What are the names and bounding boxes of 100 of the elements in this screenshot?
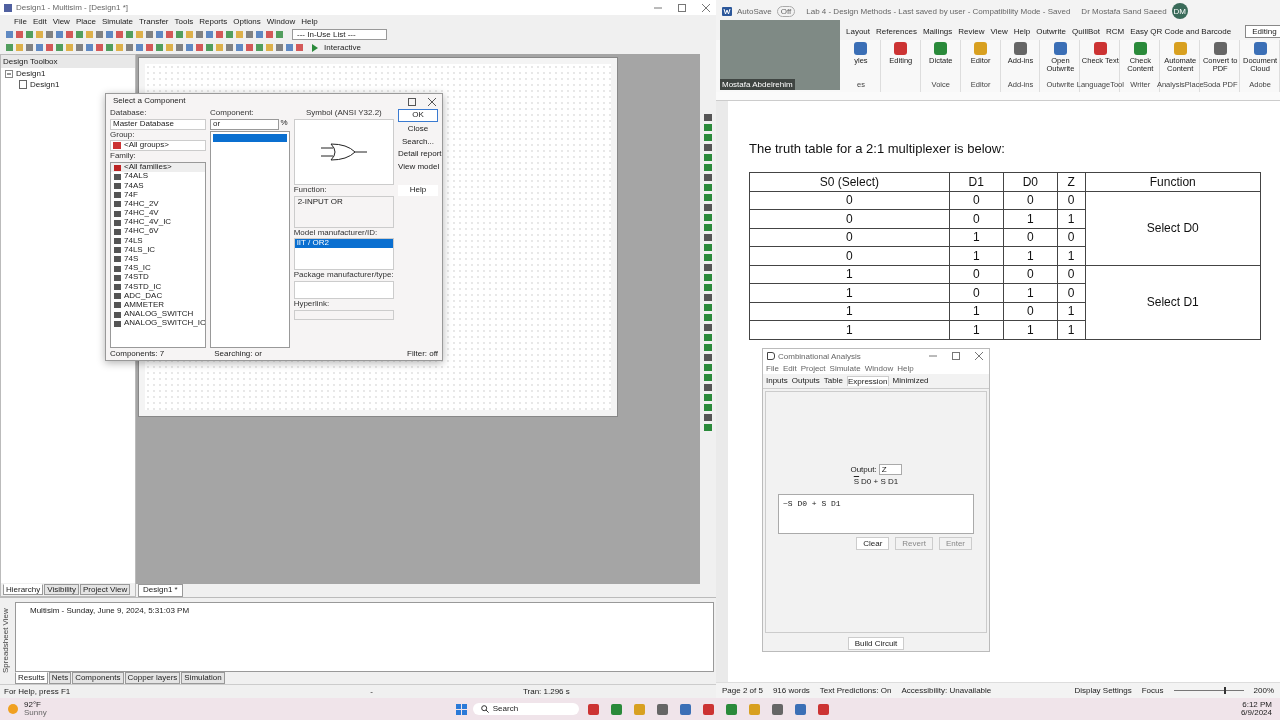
editing-button[interactable]: Editing	[1245, 24, 1280, 38]
tab[interactable]: Minimized	[892, 376, 929, 386]
menu-item[interactable]: Window	[864, 364, 894, 373]
family-item[interactable]: 74S_IC	[111, 264, 205, 274]
family-item[interactable]: <All families>	[111, 163, 205, 173]
action-button[interactable]: Clear	[856, 537, 890, 550]
menu-item[interactable]: File	[14, 17, 27, 26]
menu-item[interactable]: Window	[266, 17, 296, 26]
user-avatar[interactable]: DM	[1171, 3, 1188, 19]
menu-item[interactable]: Simulate	[829, 364, 861, 373]
spreadsheet-tab[interactable]: Simulation	[181, 672, 225, 684]
spreadsheet-tab[interactable]: Components	[72, 672, 124, 684]
family-item[interactable]: 74STD_IC	[111, 282, 205, 292]
menu-item[interactable]: Edit	[32, 17, 47, 26]
panel-tab[interactable]: Hierarchy	[3, 584, 44, 595]
output-dropdown[interactable]: Z	[878, 464, 902, 475]
ribbon-tab[interactable]: QuillBot	[1072, 26, 1100, 36]
family-item[interactable]: ANALOG_SWITCH	[111, 310, 205, 320]
tree-item[interactable]: Design1	[16, 69, 46, 78]
family-item[interactable]: 74HC_2V	[111, 199, 205, 209]
model-item[interactable]: IIT / OR2	[294, 239, 393, 249]
database-dropdown[interactable]: Master Database	[110, 118, 206, 130]
menu-item[interactable]: Help	[897, 364, 914, 373]
ribbon-tab[interactable]: Outwrite	[1036, 26, 1066, 36]
family-item[interactable]: 74S	[111, 254, 205, 265]
tree-item[interactable]: Design1	[30, 80, 60, 89]
interactive-button[interactable]: Interactive	[321, 43, 364, 52]
ribbon-tab[interactable]: Easy QR Code and Barcode	[1130, 26, 1232, 36]
dialog-button[interactable]: OK	[398, 109, 438, 122]
display-settings-button[interactable]: Display Settings	[1074, 686, 1132, 695]
family-item[interactable]: ADC_DAC	[111, 291, 205, 301]
ribbon-tab[interactable]: References	[876, 26, 917, 36]
family-item[interactable]: 74HC_4V	[111, 208, 205, 219]
family-item[interactable]: 74STD	[111, 273, 205, 283]
menu-item[interactable]: Reports	[199, 17, 228, 26]
taskbar-app-icon[interactable]	[587, 703, 599, 715]
tab[interactable]: Table	[823, 376, 843, 386]
ribbon-tab[interactable]: Help	[1013, 26, 1031, 36]
dialog-button[interactable]: Help	[398, 185, 438, 196]
taskbar-app-icon[interactable]	[725, 703, 737, 715]
dialog-button[interactable]: View model	[398, 162, 438, 173]
close-icon[interactable]	[428, 97, 436, 106]
minimize-icon[interactable]	[929, 352, 937, 360]
taskbar-app-icon[interactable]	[610, 703, 622, 715]
component-search-field[interactable]: or	[210, 118, 279, 130]
close-icon[interactable]	[702, 3, 710, 12]
ribbon-tab[interactable]: Mailings	[922, 26, 953, 36]
taskbar-app-icon[interactable]	[817, 703, 829, 715]
expander-icon[interactable]	[5, 69, 13, 78]
menu-item[interactable]: Simulate	[101, 17, 134, 26]
spreadsheet-tab[interactable]: Nets	[48, 672, 72, 684]
menu-item[interactable]: View	[52, 17, 70, 26]
panel-tab[interactable]: Project View	[80, 584, 131, 595]
maximize-icon[interactable]	[408, 97, 416, 106]
tab[interactable]: Expression	[846, 376, 889, 386]
menu-item[interactable]: Options	[233, 17, 261, 26]
family-item[interactable]: 74LS	[111, 236, 205, 246]
family-item[interactable]: 74LS_IC	[111, 245, 205, 255]
family-item[interactable]: 74ALS	[111, 172, 205, 182]
taskbar-app-icon[interactable]	[702, 703, 714, 715]
focus-button[interactable]: Focus	[1141, 686, 1164, 695]
maximize-icon[interactable]	[952, 352, 960, 360]
tab[interactable]: Inputs	[766, 376, 788, 386]
tab[interactable]: Outputs	[791, 376, 820, 386]
family-item[interactable]: 74F	[111, 190, 205, 200]
group-dropdown[interactable]: <All groups>	[110, 140, 206, 152]
taskbar-app-icon[interactable]	[794, 703, 806, 715]
zoom-slider-thumb[interactable]	[1223, 687, 1226, 694]
maximize-icon[interactable]	[678, 3, 686, 12]
expression-input[interactable]: ~S D0 + S D1	[778, 494, 974, 534]
taskbar-app-icon[interactable]	[656, 703, 668, 715]
family-item[interactable]: 74HC_4V_IC	[111, 218, 205, 228]
family-item[interactable]: AMMETER	[111, 300, 205, 310]
dialog-button[interactable]: Search...	[398, 136, 438, 148]
spreadsheet-tab[interactable]: Results	[15, 672, 48, 684]
taskbar-app-icon[interactable]	[633, 703, 645, 715]
menu-item[interactable]: Tools	[174, 17, 194, 26]
search-field[interactable]: Search	[472, 703, 579, 715]
spreadsheet-tab[interactable]: Copper layers	[124, 672, 181, 684]
family-item[interactable]: 74HC_6V	[111, 227, 205, 237]
selected-row-highlight[interactable]	[213, 133, 287, 142]
taskbar-app-icon[interactable]	[771, 703, 783, 715]
start-icon[interactable]	[455, 703, 467, 715]
family-item[interactable]: ANALOG_SWITCH_IC	[111, 319, 205, 329]
taskbar-app-icon[interactable]	[679, 703, 691, 715]
ribbon-tab[interactable]: View	[990, 26, 1008, 36]
document-tab[interactable]: Design1 *	[138, 584, 183, 597]
taskbar-app-icon[interactable]	[748, 703, 760, 715]
ribbon-tab[interactable]: Review	[958, 26, 985, 36]
ribbon-tab[interactable]: RCM	[1106, 26, 1125, 36]
dialog-button[interactable]: Close	[398, 123, 438, 135]
menu-item[interactable]: Edit	[782, 364, 797, 373]
panel-tab[interactable]: Visibility	[44, 584, 79, 595]
menu-item[interactable]: File	[766, 364, 779, 373]
menu-item[interactable]: Help	[301, 17, 318, 26]
menu-item[interactable]: Project	[800, 364, 826, 373]
menu-item[interactable]: Place	[75, 17, 96, 26]
in-use-list-dropdown[interactable]: --- In-Use List ---	[292, 29, 387, 40]
menu-item[interactable]: Transfer	[139, 17, 169, 26]
close-icon[interactable]	[975, 352, 983, 360]
